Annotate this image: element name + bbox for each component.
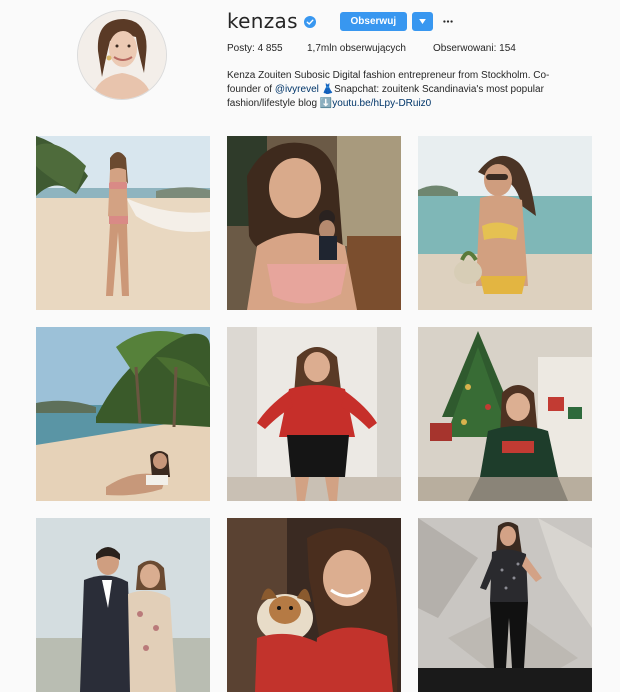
following-count[interactable]: Obserwowani: 154 bbox=[433, 43, 516, 54]
following-value: 154 bbox=[499, 43, 516, 54]
post-thumbnail[interactable] bbox=[227, 518, 401, 692]
post-thumbnail[interactable] bbox=[36, 136, 210, 310]
post-thumbnail[interactable] bbox=[227, 327, 401, 501]
post-thumbnail[interactable] bbox=[418, 518, 592, 692]
verified-badge-icon bbox=[303, 15, 316, 28]
posts-count: Posty: 4 855 bbox=[227, 43, 307, 54]
chevron-down-icon bbox=[418, 18, 426, 24]
more-options-button[interactable] bbox=[441, 14, 455, 28]
profile-avatar bbox=[77, 10, 167, 100]
post-thumbnail[interactable] bbox=[36, 327, 210, 501]
bio-mention-link[interactable]: @ivyrevel bbox=[275, 84, 319, 95]
post-thumbnail[interactable] bbox=[418, 327, 592, 501]
profile-header-row: kenzas Obserwuj bbox=[227, 8, 455, 34]
followers-count[interactable]: 1,7mln obserwujących bbox=[307, 43, 433, 54]
ellipsis-icon bbox=[443, 19, 453, 23]
post-thumbnail[interactable] bbox=[227, 136, 401, 310]
post-thumbnail[interactable] bbox=[418, 136, 592, 310]
profile-stats: Posty: 4 855 1,7mln obserwujących Obserw… bbox=[227, 43, 516, 54]
profile-username: kenzas bbox=[227, 9, 298, 33]
followers-value: 1,7mln bbox=[307, 43, 338, 54]
posts-grid bbox=[36, 136, 592, 692]
bio-external-link[interactable]: ⬇️youtu.be/hLpy-DRuiz0 bbox=[320, 98, 431, 109]
suggestions-dropdown-button[interactable] bbox=[411, 11, 433, 31]
posts-value: 4 855 bbox=[257, 43, 283, 54]
following-label: Obserwowani: bbox=[433, 43, 497, 54]
post-thumbnail[interactable] bbox=[36, 518, 210, 692]
posts-label: Posty: bbox=[227, 43, 255, 54]
profile-bio: Kenza Zouiten Subosic Digital fashion en… bbox=[227, 69, 567, 111]
follow-button[interactable]: Obserwuj bbox=[339, 11, 407, 31]
followers-label: obserwujących bbox=[339, 43, 406, 54]
